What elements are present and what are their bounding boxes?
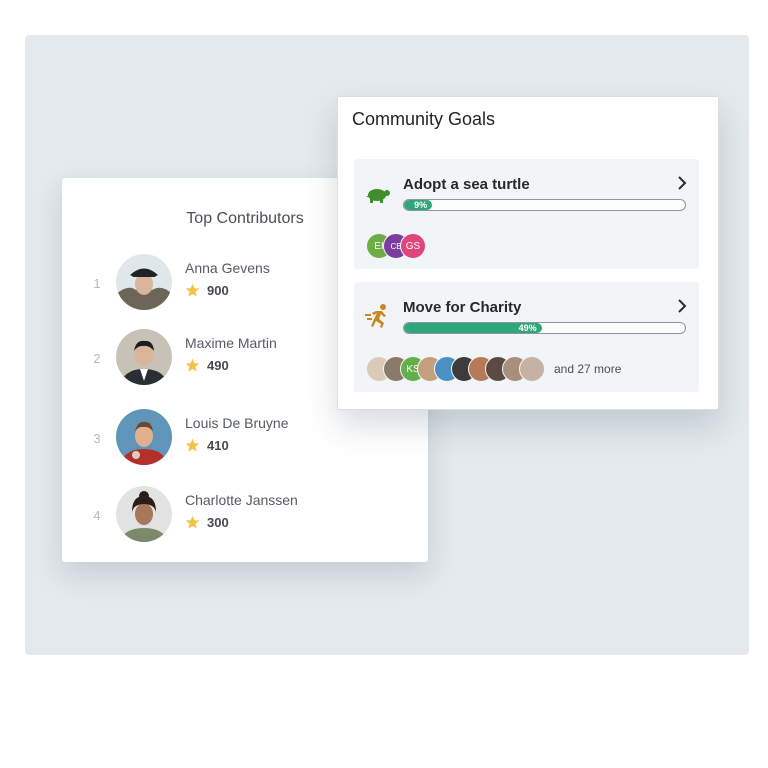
chevron-right-icon[interactable] xyxy=(677,175,687,191)
rank-number: 1 xyxy=(93,276,101,291)
avatar[interactable] xyxy=(116,254,172,310)
member-avatars: KS and 27 more xyxy=(366,356,621,382)
avatar[interactable] xyxy=(116,486,172,542)
progress-fill: 49% xyxy=(404,323,542,333)
star-icon xyxy=(185,515,200,528)
goal-title: Adopt a sea turtle xyxy=(403,176,530,193)
community-goals-card: Community Goals Adopt a sea turtle 9% EI… xyxy=(337,96,719,410)
goal-title: Move for Charity xyxy=(403,299,522,316)
rank-number: 2 xyxy=(93,351,101,366)
contributor-score: 410 xyxy=(185,437,229,453)
avatar[interactable] xyxy=(116,409,172,465)
progress-bar: 49% xyxy=(403,322,686,334)
member-avatar[interactable]: GS xyxy=(400,233,426,259)
progress-label: 9% xyxy=(414,200,428,210)
points-value: 900 xyxy=(207,282,229,298)
contributor-name: Louis De Bruyne xyxy=(185,415,289,431)
contributor-name: Charlotte Janssen xyxy=(185,492,298,508)
runner-icon xyxy=(365,304,386,328)
goal-card-move-for-charity[interactable]: Move for Charity 49% KS and 27 more xyxy=(354,282,699,392)
contributor-row[interactable]: 3 Louis De Bruyne 410 xyxy=(62,409,428,469)
progress-fill: 9% xyxy=(404,200,433,210)
contributor-score: 900 xyxy=(185,282,229,298)
progress-label: 49% xyxy=(518,323,537,333)
contributor-score: 300 xyxy=(185,514,229,530)
points-value: 490 xyxy=(207,357,229,373)
points-value: 300 xyxy=(207,514,229,530)
contributor-score: 490 xyxy=(185,357,229,373)
contributor-name: Maxime Martin xyxy=(185,335,277,351)
contributor-row[interactable]: 4 Charlotte Janssen 300 xyxy=(62,486,428,546)
rank-number: 3 xyxy=(93,431,101,446)
star-icon xyxy=(185,283,200,296)
avatar[interactable] xyxy=(116,329,172,385)
community-goals-title: Community Goals xyxy=(352,109,496,129)
star-icon xyxy=(185,438,200,451)
member-avatar[interactable] xyxy=(519,356,545,382)
progress-bar: 9% xyxy=(403,199,686,211)
rank-number: 4 xyxy=(93,508,101,523)
more-members-link[interactable]: and 27 more xyxy=(554,362,621,376)
member-avatars: EI CB GS xyxy=(366,233,426,259)
contributor-name: Anna Gevens xyxy=(185,260,270,276)
star-icon xyxy=(185,358,200,371)
chevron-right-icon[interactable] xyxy=(677,298,687,314)
turtle-icon xyxy=(366,189,390,203)
points-value: 410 xyxy=(207,437,229,453)
goal-card-sea-turtle[interactable]: Adopt a sea turtle 9% EI CB GS xyxy=(354,159,699,269)
